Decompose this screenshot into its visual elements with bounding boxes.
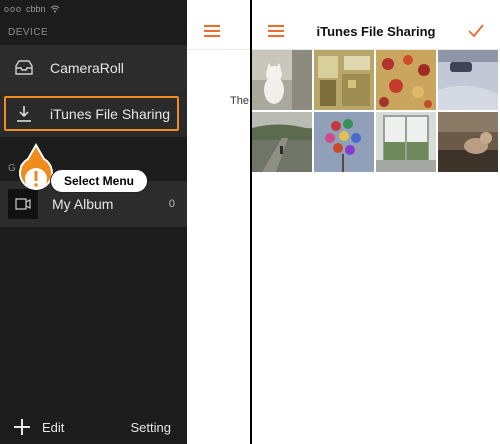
photo-thumbnail[interactable]	[438, 112, 498, 172]
sidebar-item-cameraroll[interactable]: CameraRoll	[0, 45, 187, 91]
signal-dots: ooo	[4, 4, 23, 14]
hamburger-menu-icon[interactable]	[204, 25, 220, 37]
page-title: iTunes File Sharing	[316, 24, 436, 39]
highlight-box	[4, 96, 179, 131]
photo-thumbnail[interactable]	[252, 112, 312, 172]
photo-thumbnail[interactable]	[252, 50, 312, 110]
status-bar: ooo cbbn	[0, 0, 187, 16]
album-label: My Album	[52, 196, 114, 212]
edit-button[interactable]: Edit	[42, 420, 64, 435]
section-label-device: DEVICE	[8, 27, 49, 38]
itunes-file-sharing-screen: iTunes File Sharing	[252, 0, 500, 444]
warning-pin-icon	[19, 143, 53, 190]
wifi-icon	[50, 5, 59, 13]
photo-thumbnail[interactable]	[438, 50, 498, 110]
sidebar-item-label: CameraRoll	[50, 60, 124, 76]
peek-text: The	[230, 95, 249, 107]
video-icon	[15, 198, 31, 210]
carrier-label: cbbn	[26, 4, 46, 14]
album-count: 0	[168, 198, 175, 210]
add-icon[interactable]	[14, 419, 30, 435]
bottom-toolbar: Edit Setting	[0, 410, 187, 444]
side-menu: ooo cbbn DEVICE CameraRoll iTunes File S…	[0, 0, 187, 444]
photo-grid	[252, 50, 500, 172]
inbox-tray-icon	[12, 58, 36, 78]
select-menu-tooltip: Select Menu	[50, 169, 148, 193]
header-divider	[187, 49, 250, 50]
photo-thumbnail[interactable]	[314, 112, 374, 172]
photo-thumbnail[interactable]	[376, 50, 436, 110]
setting-button[interactable]: Setting	[131, 420, 171, 435]
photo-thumbnail[interactable]	[376, 112, 436, 172]
peek-panel: The	[187, 0, 250, 444]
checkmark-icon[interactable]	[468, 24, 484, 38]
photo-thumbnail[interactable]	[314, 50, 374, 110]
